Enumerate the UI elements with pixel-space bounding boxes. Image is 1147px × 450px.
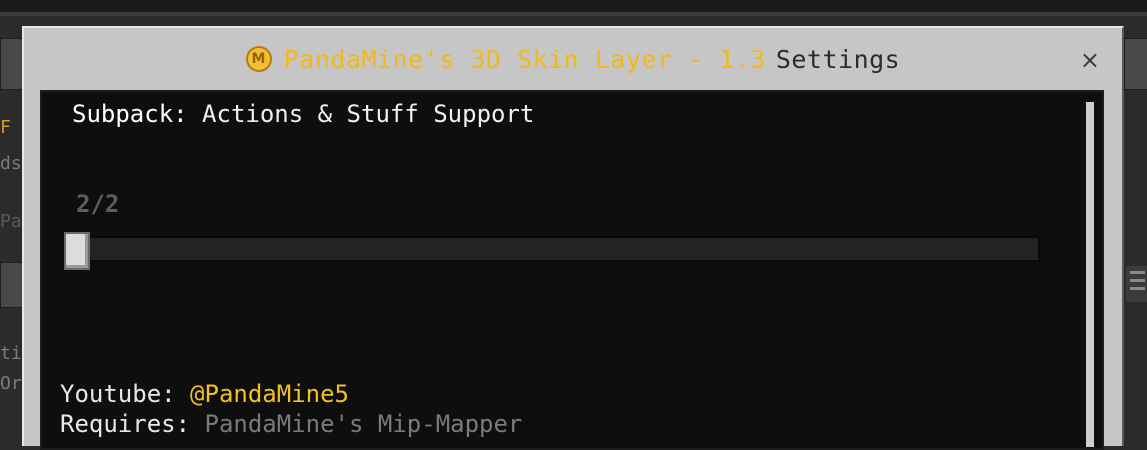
content-scrollbar[interactable] [1086,102,1094,447]
close-icon[interactable]: × [1080,48,1100,72]
settings-icon[interactable] [1126,266,1147,302]
background-left-text: ds [0,154,22,174]
background-left-text: Pa [0,212,22,232]
background-left-panel [0,262,24,308]
slider-thumb[interactable] [64,232,90,270]
coin-icon: M [245,46,272,72]
settings-content-panel: Subpack: Actions & Stuff Support 2/2 You… [40,90,1104,450]
subpack-slider[interactable] [64,232,1040,270]
youtube-info: Youtube: @PandaMine5 [60,380,349,408]
slider-value-text: 2/2 [76,190,120,218]
background-left-text: ti [0,344,22,364]
subpack-row: Subpack: Actions & Stuff Support [72,100,534,128]
background-left-text: F [0,118,11,138]
dialog-title-settings: Settings [775,44,901,74]
background-right-panel [1124,38,1147,90]
subpack-label: Subpack: [72,100,188,128]
background-top-strip [0,0,1147,12]
youtube-handle: @PandaMine5 [190,380,349,408]
dialog-title-bar: M PandaMine's 3D Skin Layer - 1.3 Settin… [24,28,1122,90]
youtube-label: Youtube: [60,380,176,408]
settings-dialog: M PandaMine's 3D Skin Layer - 1.3 Settin… [22,26,1124,450]
background-left-panel [0,38,24,90]
background-left-text: Or [0,374,22,394]
dialog-title-brand: PandaMine's 3D Skin Layer - 1.3 [283,44,766,74]
subpack-value: Actions & Stuff Support [202,100,535,128]
background-top-strip-edge [0,12,1147,16]
